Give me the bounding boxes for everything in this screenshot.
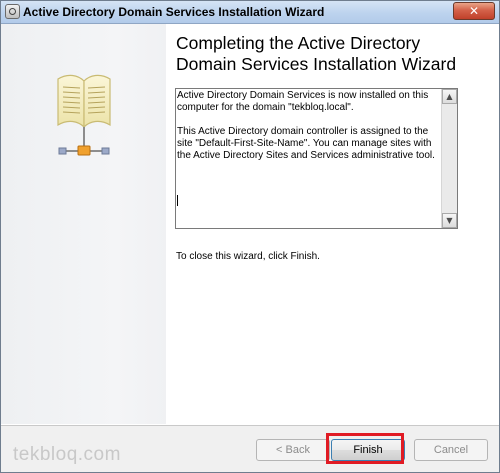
cancel-button[interactable]: Cancel — [414, 439, 488, 461]
book-network-icon — [57, 74, 111, 156]
finish-highlight-box — [326, 433, 404, 464]
text-caret — [177, 195, 178, 206]
summary-textbox[interactable]: Active Directory Domain Services is now … — [175, 88, 458, 229]
close-button[interactable]: ✕ — [453, 2, 495, 20]
summary-paragraph-site: This Active Directory domain controller … — [177, 126, 435, 161]
back-button[interactable]: < Back — [256, 439, 330, 461]
scroll-down-icon[interactable]: ▼ — [442, 213, 457, 228]
vertical-scrollbar[interactable]: ▲ ▼ — [441, 89, 457, 228]
summary-content: Active Directory Domain Services is now … — [177, 90, 439, 174]
summary-paragraph-domain: Active Directory Domain Services is now … — [177, 90, 429, 113]
scroll-up-icon[interactable]: ▲ — [442, 89, 457, 104]
watermark-text: tekbloq.com — [13, 444, 121, 465]
wizard-window: Active Directory Domain Services Install… — [0, 0, 500, 473]
button-bar: tekbloq.com < Back Finish Cancel — [1, 425, 499, 472]
close-instruction: To close this wizard, click Finish. — [176, 251, 320, 262]
app-icon[interactable] — [5, 4, 20, 19]
title-bar: Active Directory Domain Services Install… — [1, 1, 499, 24]
window-title: Active Directory Domain Services Install… — [23, 5, 325, 19]
page-title: Completing the Active Directory Domain S… — [176, 33, 457, 74]
wizard-side-panel — [1, 24, 166, 424]
